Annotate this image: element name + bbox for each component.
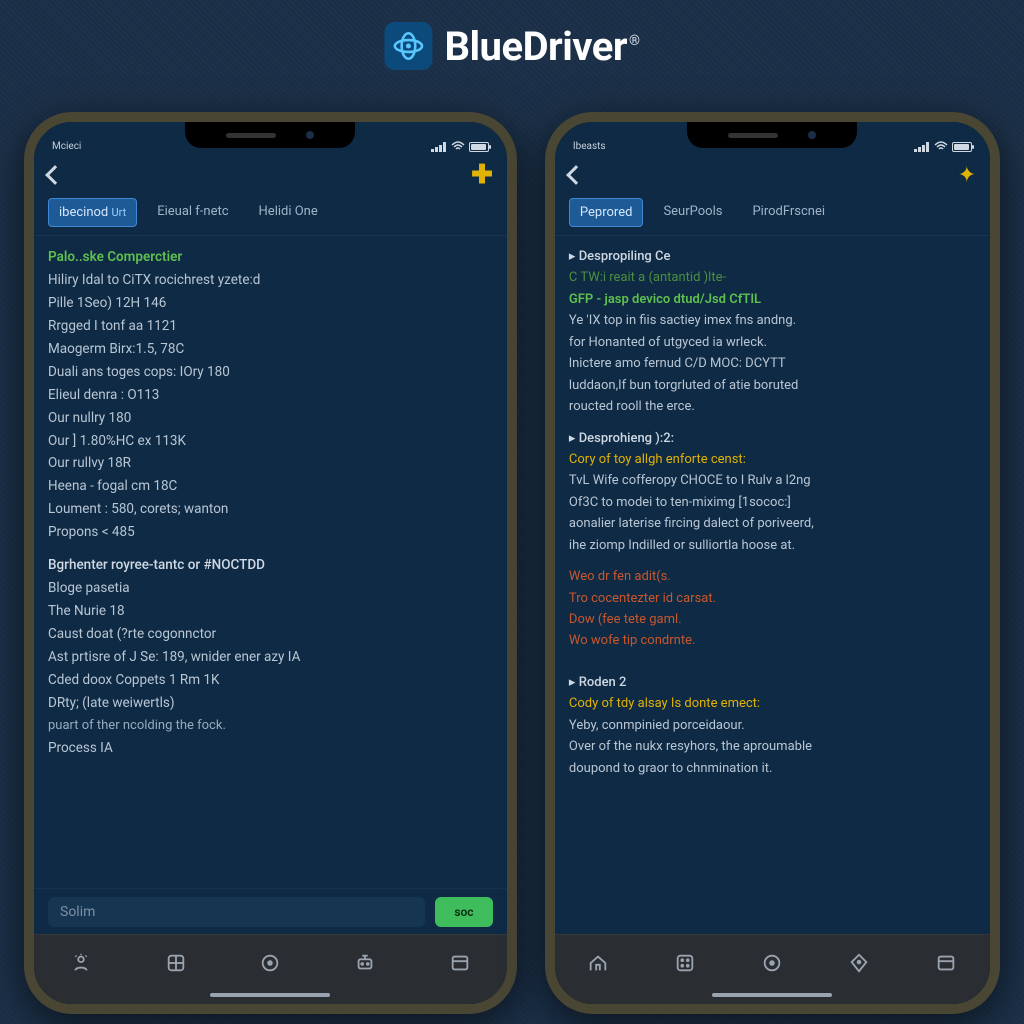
section-header: Palo..ske Comperctier	[48, 246, 493, 269]
line: Yeby, conmpinied porceidaour.	[569, 715, 976, 736]
content-scroll[interactable]: Palo..ske Comperctier Hiliry Idal to CiT…	[34, 236, 507, 888]
go-button[interactable]: soc	[435, 897, 493, 927]
line: Loument : 580, corets; wanton	[48, 498, 493, 521]
battery-icon	[952, 142, 972, 152]
tab-third[interactable]: PirodFrscnei	[742, 198, 835, 227]
code-line: GFP - jasp devico dtud/Jsd CfTIL	[569, 289, 976, 310]
code-line: C TW:i reait a (antantid )lte-	[569, 267, 976, 288]
panel-icon[interactable]	[932, 949, 960, 977]
notch	[185, 122, 355, 148]
line: Our nullry 180	[48, 407, 493, 430]
action-button[interactable]: ✦	[958, 163, 976, 188]
line: Caust doat (?rte cogonnctor	[48, 623, 493, 646]
line: Our ] 1.80%HC ex 113K	[48, 430, 493, 453]
line: Bgrhenter royree-tantc or #NOCTDD	[48, 554, 493, 577]
line: The Nurie 18	[48, 600, 493, 623]
line: roucted rooll the erce.	[569, 396, 976, 417]
tab-third[interactable]: Helidi One	[249, 198, 328, 227]
panel-icon[interactable]	[446, 949, 474, 977]
line: Rrgged I tonf aa 1121	[48, 315, 493, 338]
carrier-label: Mcieci	[52, 141, 81, 152]
content-scroll[interactable]: ▸ Despropiling Ce C TW:i reait a (antant…	[555, 236, 990, 934]
tab-primary[interactable]: Peprored	[569, 198, 644, 227]
line: Heena - fogal cm 18C	[48, 475, 493, 498]
nav-bar: ✦	[555, 152, 990, 198]
add-button[interactable]: ✚	[471, 160, 493, 190]
line: puart of ther ncolding the fock.	[48, 715, 493, 737]
error-line: Dow (fee tete gaml.	[569, 609, 976, 630]
tab-second[interactable]: Eieual f-netc	[147, 198, 238, 227]
diamond-icon[interactable]	[845, 949, 873, 977]
search-bar: Solim soc	[34, 888, 507, 934]
line: Elieul denra : O113	[48, 384, 493, 407]
line: Ye 'IX top in fiis sactiey imex fns andn…	[569, 310, 976, 331]
line: doupond to graor to chnmination it.	[569, 758, 976, 779]
phone-right: Ibeasts ✦ Peprored SeurPools PirodFrscne…	[545, 112, 1000, 1014]
user-icon[interactable]	[67, 949, 95, 977]
battery-icon	[469, 142, 489, 152]
back-button[interactable]	[45, 165, 65, 185]
warning-line: Cody of tdy alsay Is donte emect:	[569, 693, 976, 714]
line: Maogerm Birx:1.5, 78C	[48, 338, 493, 361]
error-line: Tro cocentezter id carsat.	[569, 588, 976, 609]
line: ihe ziomp Indilled or sulliortla hoose a…	[569, 535, 976, 556]
signal-icon	[914, 142, 930, 152]
section-header: ▸ Despropiling Ce	[569, 246, 976, 267]
brand-header: BlueDriver®	[384, 22, 639, 70]
circle-dot-icon[interactable]	[256, 949, 284, 977]
section-header: ▸ Roden 2	[569, 672, 976, 693]
line: for Honanted of utgyced ia wrleck.	[569, 332, 976, 353]
section-header: ▸ Desprohieng ):2:	[569, 428, 976, 449]
tab-primary[interactable]: ibecinod Urt	[48, 198, 137, 227]
grid-icon[interactable]	[162, 949, 190, 977]
grid-icon[interactable]	[671, 949, 699, 977]
error-line: Wo wofe tip condrnte.	[569, 630, 976, 651]
circle-dot-icon[interactable]	[758, 949, 786, 977]
warning-line: Cory of toy allgh enforte censt:	[569, 449, 976, 470]
back-button[interactable]	[566, 165, 586, 185]
line: Cded doox Coppets 1 Rm 1K	[48, 669, 493, 692]
tab-bar: ibecinod Urt Eieual f-netc Helidi One	[34, 198, 507, 236]
line: Ast prtisre of J Se: 189, wnider ener az…	[48, 646, 493, 669]
bluedriver-logo-icon	[384, 22, 432, 70]
wifi-icon	[451, 141, 465, 152]
line: lnictere amo fernud C/D MOC: DCYTT	[569, 353, 976, 374]
error-line: Weo dr fen adit(s.	[569, 566, 976, 587]
tab-second[interactable]: SeurPools	[653, 198, 732, 227]
wifi-icon	[934, 141, 948, 152]
line: TvL Wife cofferopy CHOCE to I Rulv a l2n…	[569, 470, 976, 491]
carrier-label: Ibeasts	[573, 141, 606, 152]
brand-name: BlueDriver®	[444, 23, 639, 70]
line: aonalier laterise fircing dalect of pori…	[569, 513, 976, 534]
line: luddaon,If bun torgrluted of atie borute…	[569, 375, 976, 396]
robot-icon[interactable]	[351, 949, 379, 977]
home-icon[interactable]	[584, 949, 612, 977]
line: Hiliry Idal to CiTX rocichrest yzete:d	[48, 269, 493, 292]
nav-bar: ✚	[34, 152, 507, 198]
line: Process IA	[48, 737, 493, 760]
line: Duali ans toges cops: IOry 180	[48, 361, 493, 384]
line: Over of the nukx resyhors, the aproumabl…	[569, 736, 976, 757]
line: Bloge pasetia	[48, 577, 493, 600]
line: Our rullvy 18R	[48, 452, 493, 475]
notch	[687, 122, 857, 148]
bottom-tab-bar	[34, 934, 507, 990]
home-indicator[interactable]	[34, 990, 507, 1004]
line: Of3C to modei to ten-miximg [1sococ:]	[569, 492, 976, 513]
bottom-tab-bar	[555, 934, 990, 990]
tab-bar: Peprored SeurPools PirodFrscnei	[555, 198, 990, 236]
line: Propons < 485	[48, 521, 493, 544]
line: DRty; (late weiwertls)	[48, 692, 493, 715]
home-indicator[interactable]	[555, 990, 990, 1004]
search-input[interactable]: Solim	[48, 897, 425, 927]
phone-left: Mcieci ✚ ibecinod Urt Eieual f-netc Heli…	[24, 112, 517, 1014]
line: Pille 1Seo) 12H 146	[48, 292, 493, 315]
signal-icon	[431, 142, 447, 152]
